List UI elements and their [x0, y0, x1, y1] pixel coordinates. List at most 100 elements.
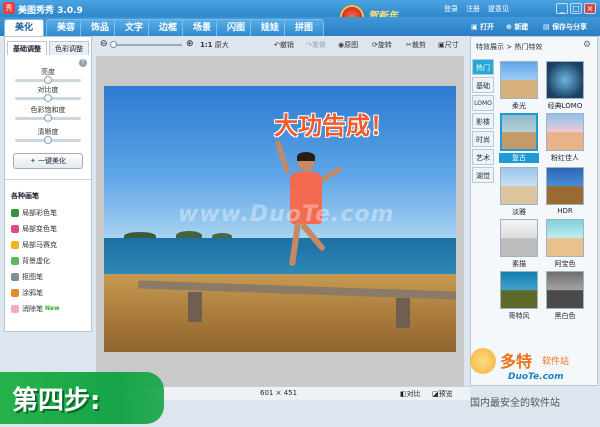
sharpness-slider[interactable]	[15, 136, 81, 144]
effect-label: HDR	[557, 207, 573, 215]
brush-recolor[interactable]: 局部变色笔	[11, 223, 57, 235]
brush-label: 局部马赛克	[22, 241, 57, 249]
step-banner: 第四步:	[0, 372, 164, 424]
tab-color-adjust[interactable]: 色彩调整	[49, 41, 89, 55]
rotate-label: 旋转	[377, 41, 392, 49]
one-click-beautify-button[interactable]: ✦ 一键美化	[13, 153, 83, 169]
original-button[interactable]: ◉原图	[338, 40, 358, 51]
contrast-knob[interactable]	[44, 94, 52, 102]
zoom-slider[interactable]	[110, 41, 182, 48]
tab-basic-adjust[interactable]: 基础调整	[7, 41, 47, 55]
brush-doodle[interactable]: 涂鸦笔	[11, 287, 43, 299]
save-icon: ▤	[543, 23, 550, 31]
vtab-hot[interactable]: 热门	[472, 59, 494, 75]
zoom-out-icon[interactable]: ⊖	[100, 39, 108, 49]
saturation-slider[interactable]	[15, 114, 81, 122]
image-width: 601	[260, 389, 274, 397]
zoom-in-icon[interactable]: ⊕	[186, 39, 194, 49]
image-size: 601 × 451	[260, 389, 297, 397]
undo-button[interactable]: ↶撤销	[274, 40, 294, 51]
brushes-title: 各种画笔	[11, 192, 39, 200]
step-label: 第四步:	[12, 386, 101, 416]
brush-blur-bg[interactable]: 背景虚化	[11, 255, 50, 267]
effect-label: 黑白色	[554, 312, 576, 320]
effects-panel: 特效展示 > 热门特效 ⚙ 热门 基础 LOMO 影楼 时尚 艺术 湖觉 柔光 …	[470, 36, 598, 386]
help-icon[interactable]: ?	[79, 59, 87, 67]
site-slogan: 国内最安全的软件站	[470, 398, 560, 409]
sharpness-knob[interactable]	[44, 136, 52, 144]
crop-button[interactable]: ✂裁剪	[406, 40, 426, 51]
brightness-knob[interactable]	[44, 76, 52, 84]
vtab-lomo[interactable]: LOMO	[472, 95, 494, 111]
vtab-lake[interactable]: 湖觉	[472, 167, 494, 183]
effect-thumb-gothic[interactable]	[500, 271, 538, 309]
effect-thumb-black-white[interactable]	[546, 271, 584, 309]
settings-gear-icon[interactable]: ⚙	[583, 40, 591, 50]
save-share-button[interactable]: ▤ 保存与分享	[543, 21, 587, 33]
effect-label: 淡雅	[512, 208, 526, 216]
hair	[297, 152, 315, 161]
actual-size-button[interactable]: 1:1 原大	[200, 40, 229, 51]
photo-image[interactable]: 大功告成！ www.DuoTe.com	[104, 86, 456, 352]
vtab-fashion[interactable]: 时尚	[472, 131, 494, 147]
compare-icon: ◧	[400, 390, 407, 398]
effect-thumb-pink-lady[interactable]	[546, 113, 584, 151]
tab-collage[interactable]: 拼图	[284, 19, 324, 36]
brush-local-color[interactable]: 局部彩色笔	[11, 207, 57, 219]
vtab-art[interactable]: 艺术	[472, 149, 494, 165]
preview-button[interactable]: ◪预览	[432, 389, 453, 399]
magic-wand-icon: ✦	[29, 157, 36, 165]
effect-thumb-retro[interactable]	[500, 113, 538, 151]
effect-thumb-classic-lomo[interactable]	[546, 61, 584, 99]
effect-thumb-sketch[interactable]	[500, 219, 538, 257]
open-button[interactable]: ▣ 打开	[471, 21, 494, 33]
brightness-slider[interactable]	[15, 76, 81, 84]
site-brand: 多特 软件站 DuoTe.com 国内最安全的软件站	[470, 346, 600, 426]
effect-thumb-soft-light[interactable]	[500, 61, 538, 99]
redo-label: 重做	[311, 41, 326, 49]
new-label: 新建	[514, 23, 529, 31]
login-link[interactable]: 登录	[444, 4, 458, 14]
maximize-button[interactable]: □	[570, 3, 582, 14]
divider	[5, 179, 91, 180]
zoom-knob[interactable]	[110, 41, 117, 48]
new-button[interactable]: ⊕ 新建	[506, 21, 528, 33]
new-badge: New	[45, 305, 60, 312]
brush-cutout[interactable]: 抠图笔	[11, 271, 43, 283]
canvas-toolbar: ⊖ ⊕ 1:1 原大 ↶撤销 ↷重做 ◉原图 ⟳旋转 ✂裁剪 ▣尺寸	[96, 38, 464, 53]
site-name: 多特	[500, 352, 533, 371]
register-link[interactable]: 注册	[466, 4, 480, 14]
recolor-brush-icon	[11, 225, 19, 233]
image-height: 451	[283, 389, 298, 397]
effect-thumb-elegant[interactable]	[500, 167, 538, 205]
brush-eraser[interactable]: 消除笔 New	[11, 303, 60, 315]
rotate-button[interactable]: ⟳旋转	[372, 40, 392, 51]
contrast-slider[interactable]	[15, 94, 81, 102]
mosaic-icon	[11, 241, 19, 249]
feedback-link[interactable]: 提意见	[488, 4, 509, 14]
effect-thumb-abao[interactable]	[546, 219, 584, 257]
brush-label: 涂鸦笔	[22, 289, 43, 297]
compare-button[interactable]: ◧对比	[400, 389, 421, 399]
effect-thumb-hdr[interactable]	[546, 167, 584, 205]
resize-icon: ▣	[438, 41, 445, 49]
saturation-knob[interactable]	[44, 114, 52, 122]
plus-icon: ⊕	[506, 23, 512, 31]
times-sign: ×	[275, 389, 282, 397]
cutout-icon	[11, 273, 19, 281]
crop-label: 裁剪	[411, 41, 426, 49]
close-button[interactable]: ×	[584, 3, 596, 14]
save-label: 保存与分享	[552, 23, 588, 31]
redo-button[interactable]: ↷重做	[306, 40, 326, 51]
brush-mosaic[interactable]: 局部马赛克	[11, 239, 57, 251]
app-logo-icon: 秀	[3, 2, 15, 14]
effect-label: 素描	[512, 260, 526, 268]
brush-label: 背景虚化	[22, 257, 50, 265]
resize-label: 尺寸	[444, 41, 459, 49]
vtab-basic[interactable]: 基础	[472, 77, 494, 93]
tab-beautify[interactable]: 美化	[4, 19, 44, 36]
resize-button[interactable]: ▣尺寸	[438, 40, 459, 51]
vtab-studio[interactable]: 影楼	[472, 113, 494, 129]
effects-header: 特效展示 > 热门特效	[476, 43, 543, 51]
minimize-button[interactable]: _	[556, 3, 568, 14]
